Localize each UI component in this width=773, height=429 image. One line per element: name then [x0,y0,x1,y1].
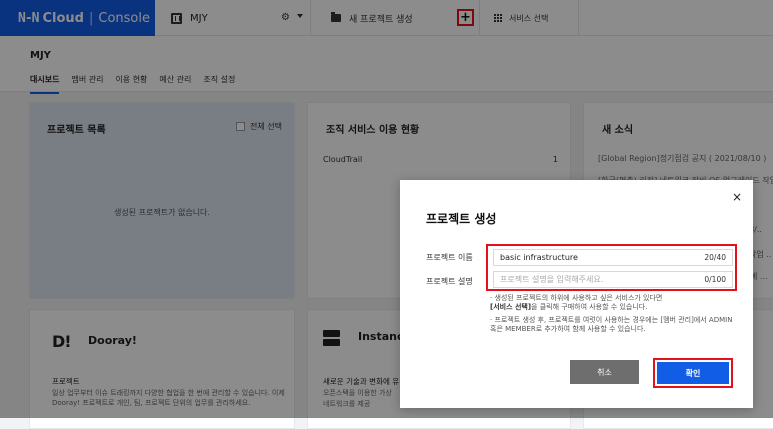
project-desc-input[interactable]: 프로젝트 설명을 입력해주세요. 0/100 [493,271,733,288]
project-desc-counter: 0/100 [704,275,726,284]
help-text-members: · 프로젝트 생성 후, 프로젝트를 여럿이 사용하는 경우에는 [멤버 관리]… [490,316,733,333]
project-name-counter: 20/40 [704,253,726,262]
help-text-1b: [서비스 선택] [490,303,532,311]
confirm-highlight: 확인 [653,358,733,388]
dialog-title: 프로젝트 생성 [426,212,497,226]
confirm-button[interactable]: 확인 [657,362,729,384]
help-text-1a: 생성된 프로젝트의 하위에 사용하고 싶은 서비스가 있다면 [494,294,663,302]
help-text-services: · 생성된 프로젝트의 하위에 사용하고 싶은 서비스가 있다면 [서비스 선택… [490,294,663,311]
highlighted-fields: basic infrastructure 20/40 프로젝트 설명을 입력해주… [486,244,737,291]
project-name-label: 프로젝트 이름 [426,253,473,262]
help-text-2: 프로젝트 생성 후, 프로젝트를 여럿이 사용하는 경우에는 [멤버 관리]에서… [490,316,733,333]
project-desc-placeholder[interactable]: 프로젝트 설명을 입력해주세요. [500,274,704,285]
project-name-input[interactable]: basic infrastructure 20/40 [493,249,733,266]
create-project-dialog: × 프로젝트 생성 프로젝트 이름 프로젝트 설명 basic infrastr… [400,180,753,408]
help-text-1c: 을 클릭해 구매하여 사용할 수 있습니다. [531,303,648,311]
project-desc-label: 프로젝트 설명 [426,277,473,286]
close-icon[interactable]: × [732,190,742,204]
project-name-value[interactable]: basic infrastructure [500,253,704,262]
cancel-button[interactable]: 취소 [570,360,639,384]
